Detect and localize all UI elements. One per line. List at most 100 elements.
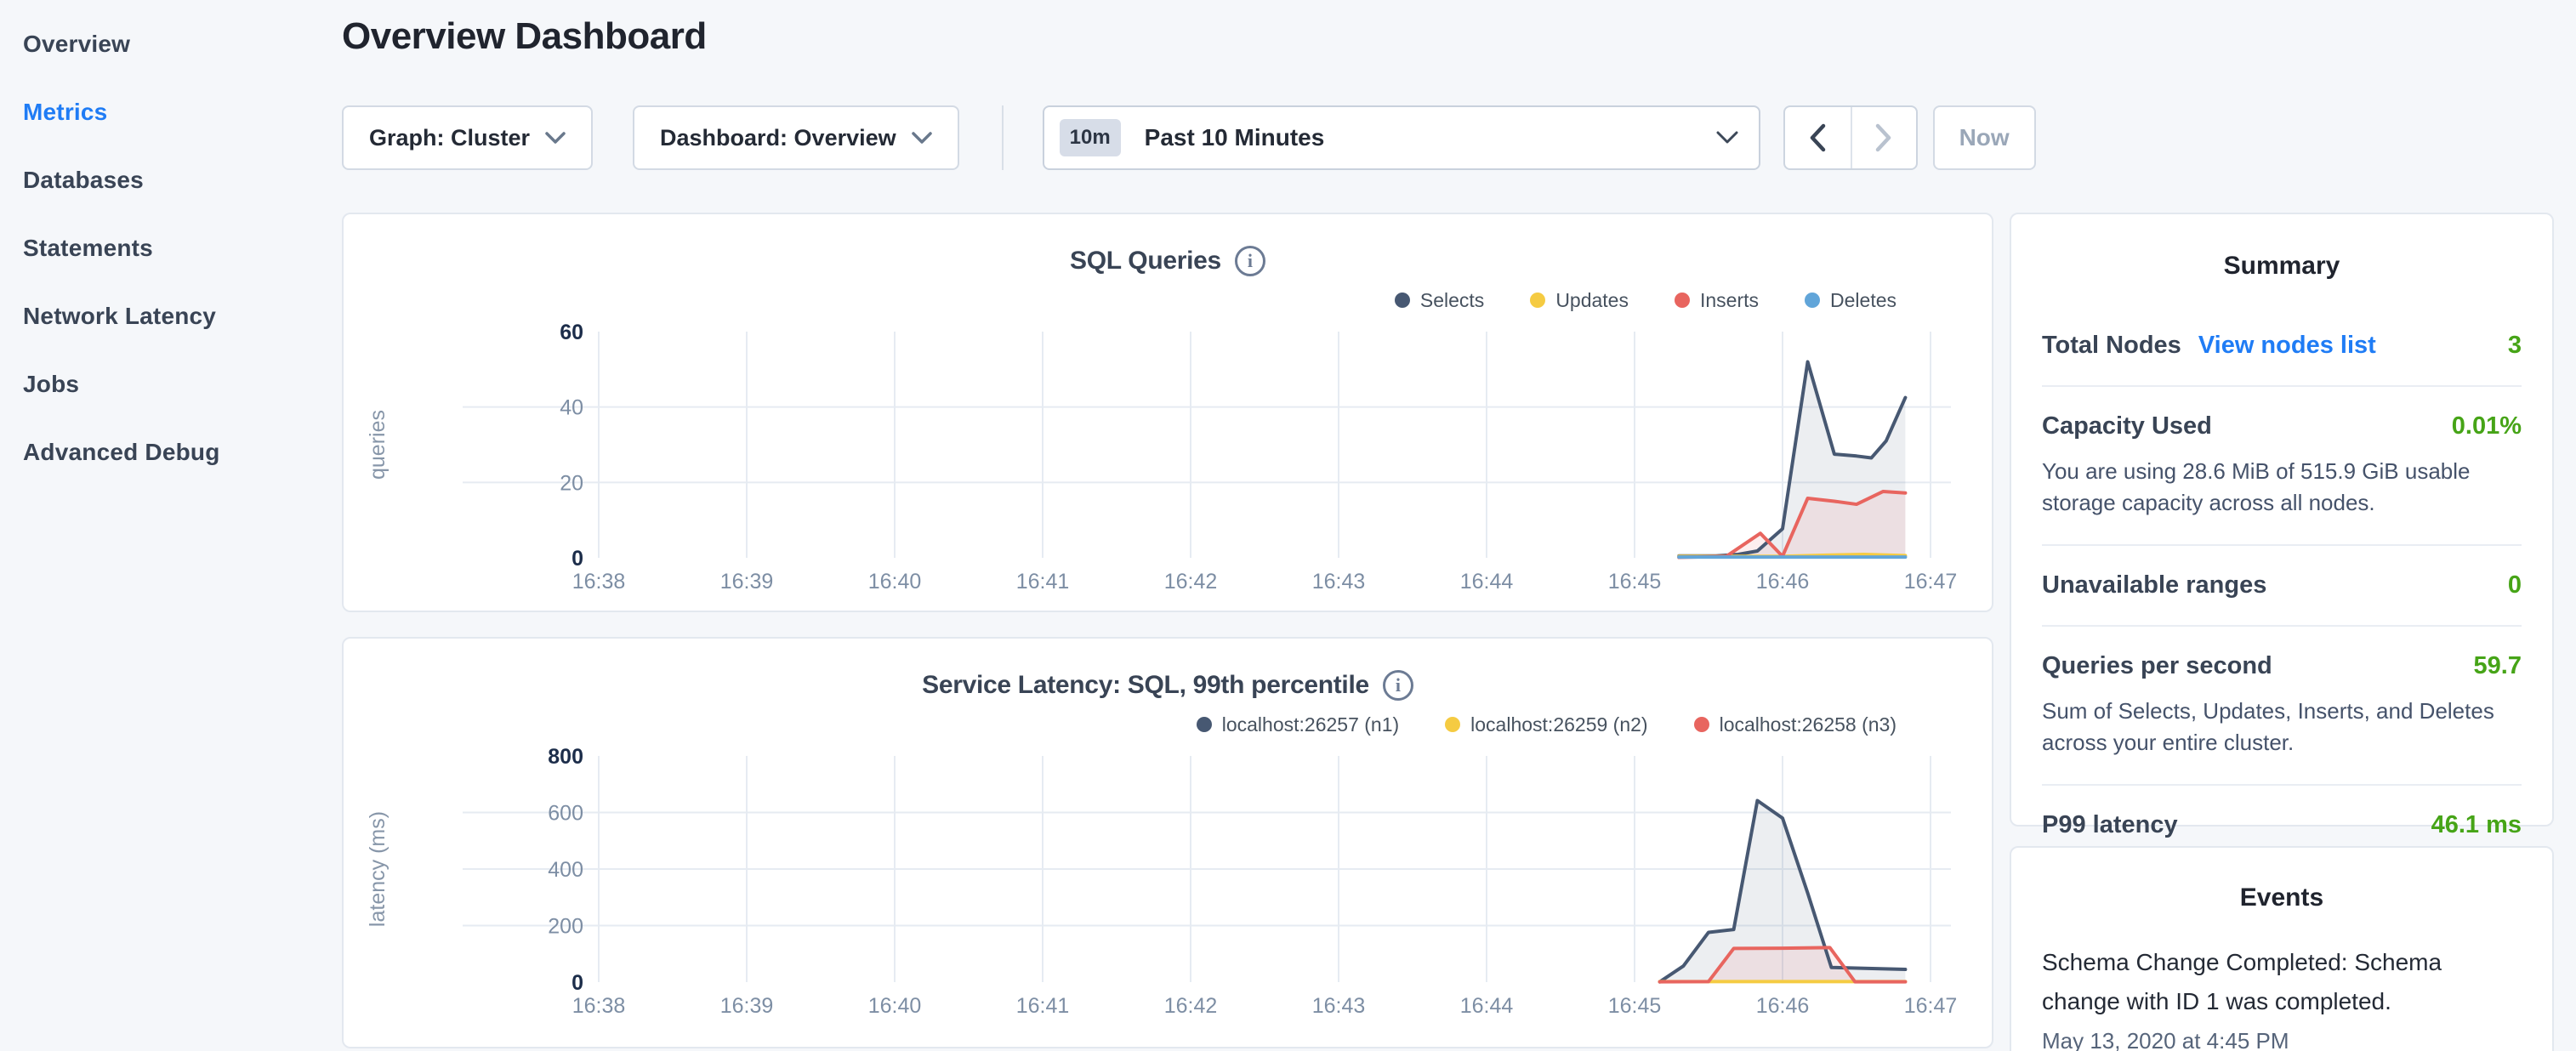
svg-text:600: 600: [548, 802, 583, 826]
svg-text:16:46: 16:46: [1756, 570, 1810, 594]
svg-text:0: 0: [571, 971, 583, 995]
time-range-dropdown[interactable]: 10m Past 10 Minutes: [1043, 105, 1760, 170]
summary-label: Capacity Used: [2042, 412, 2212, 440]
next-time-button[interactable]: [1851, 107, 1916, 168]
sidebar: Overview Metrics Databases Statements Ne…: [0, 0, 340, 1051]
legend-label: Deletes: [1830, 289, 1896, 312]
svg-text:16:39: 16:39: [720, 570, 774, 594]
svg-text:16:45: 16:45: [1608, 994, 1662, 1018]
summary-label: Unavailable ranges: [2042, 571, 2266, 599]
svg-text:latency (ms): latency (ms): [366, 811, 390, 927]
summary-label: P99 latency: [2042, 811, 2178, 839]
now-button-label: Now: [1959, 124, 2010, 151]
svg-text:16:42: 16:42: [1164, 570, 1218, 594]
chart-legend: localhost:26257 (n1) localhost:26259 (n2)…: [344, 712, 1896, 737]
chevron-down-icon: [545, 132, 566, 144]
service-latency-chart-card: Service Latency: SQL, 99th percentile i …: [342, 637, 1993, 1048]
main-content: Overview Dashboard Graph: Cluster Dashbo…: [340, 0, 2576, 1051]
summary-value: 0.01%: [2452, 412, 2522, 440]
svg-text:16:38: 16:38: [572, 994, 626, 1018]
prev-time-button[interactable]: [1785, 107, 1851, 168]
chevron-right-icon: [1875, 123, 1892, 152]
svg-text:16:42: 16:42: [1164, 994, 1218, 1018]
legend-label: Updates: [1555, 289, 1629, 312]
now-button[interactable]: Now: [1933, 105, 2036, 170]
svg-text:16:40: 16:40: [868, 570, 922, 594]
controls-divider: [1002, 105, 1004, 170]
chevron-down-icon: [912, 132, 932, 144]
content-row: SQL Queries i Selects Updates Inserts Delet…: [342, 213, 2551, 1051]
event-message[interactable]: Schema Change Completed: Schema change w…: [2042, 943, 2522, 1021]
svg-text:16:41: 16:41: [1016, 994, 1070, 1018]
legend-item[interactable]: localhost:26259 (n2): [1445, 713, 1647, 736]
time-range-label: Past 10 Minutes: [1145, 124, 1716, 151]
svg-text:60: 60: [560, 323, 583, 344]
right-column: Summary Total Nodes View nodes list 3 Ca…: [2010, 213, 2554, 1051]
chevron-left-icon: [1809, 123, 1826, 152]
chart-title: Service Latency: SQL, 99th percentile: [922, 671, 1369, 700]
legend-dot: [1530, 293, 1545, 308]
legend-item[interactable]: Inserts: [1675, 289, 1759, 312]
sidebar-item-statements[interactable]: Statements: [0, 214, 340, 282]
legend-label: localhost:26258 (n3): [1720, 713, 1896, 736]
legend-item[interactable]: Selects: [1395, 289, 1484, 312]
legend-label: Selects: [1420, 289, 1484, 312]
svg-text:0: 0: [571, 547, 583, 571]
svg-text:16:44: 16:44: [1460, 570, 1514, 594]
time-range-badge: 10m: [1060, 119, 1121, 156]
svg-text:16:38: 16:38: [572, 570, 626, 594]
legend-item[interactable]: localhost:26257 (n1): [1197, 713, 1399, 736]
legend-item[interactable]: Deletes: [1805, 289, 1896, 312]
chart-plot: 0204060queries16:3816:3916:4016:4116:421…: [344, 323, 1993, 597]
summary-row-unavailable-ranges: Unavailable ranges 0: [2042, 546, 2522, 627]
events-title: Events: [2042, 883, 2522, 912]
app-root: Overview Metrics Databases Statements Ne…: [0, 0, 2576, 1051]
svg-text:16:40: 16:40: [868, 994, 922, 1018]
info-icon[interactable]: i: [1383, 670, 1413, 701]
chevron-down-icon: [1716, 131, 1738, 145]
page-title: Overview Dashboard: [342, 15, 2551, 58]
legend-dot: [1197, 717, 1212, 732]
legend-dot: [1805, 293, 1820, 308]
legend-dot: [1445, 717, 1460, 732]
sidebar-item-advanced-debug[interactable]: Advanced Debug: [0, 418, 340, 486]
svg-text:16:47: 16:47: [1904, 570, 1958, 594]
legend-item[interactable]: localhost:26258 (n3): [1694, 713, 1896, 736]
svg-text:16:46: 16:46: [1756, 994, 1810, 1018]
legend-dot: [1675, 293, 1690, 308]
svg-text:16:43: 16:43: [1312, 570, 1366, 594]
event-timestamp: May 13, 2020 at 4:45 PM: [2042, 1028, 2522, 1051]
legend-item[interactable]: Updates: [1530, 289, 1629, 312]
view-nodes-list-link[interactable]: View nodes list: [2198, 332, 2376, 360]
events-panel: Events Schema Change Completed: Schema c…: [2010, 846, 2554, 1051]
summary-label: Total Nodes: [2042, 332, 2181, 360]
svg-text:200: 200: [548, 915, 583, 939]
svg-text:16:41: 16:41: [1016, 570, 1070, 594]
sidebar-item-network-latency[interactable]: Network Latency: [0, 282, 340, 350]
svg-text:16:43: 16:43: [1312, 994, 1366, 1018]
svg-text:queries: queries: [366, 410, 390, 480]
sidebar-item-databases[interactable]: Databases: [0, 146, 340, 214]
summary-title: Summary: [2042, 252, 2522, 281]
svg-text:16:47: 16:47: [1904, 994, 1958, 1018]
sidebar-item-overview[interactable]: Overview: [0, 10, 340, 78]
summary-label: Queries per second: [2042, 652, 2272, 680]
summary-value: 0: [2508, 571, 2522, 599]
chart-title: SQL Queries: [1070, 247, 1221, 276]
summary-description: You are using 28.6 MiB of 515.9 GiB usab…: [2042, 456, 2522, 519]
graph-dropdown[interactable]: Graph: Cluster: [342, 105, 593, 170]
time-step-buttons: [1783, 105, 1918, 170]
dashboard-dropdown-label: Dashboard: Overview: [660, 125, 896, 151]
summary-panel: Summary Total Nodes View nodes list 3 Ca…: [2010, 213, 2554, 827]
summary-description: Sum of Selects, Updates, Inserts, and De…: [2042, 696, 2522, 758]
svg-text:16:44: 16:44: [1460, 994, 1514, 1018]
sidebar-item-metrics[interactable]: Metrics: [0, 78, 340, 146]
legend-dot: [1694, 717, 1709, 732]
summary-row-total-nodes: Total Nodes View nodes list 3: [2042, 306, 2522, 387]
dashboard-dropdown[interactable]: Dashboard: Overview: [633, 105, 959, 170]
info-icon[interactable]: i: [1235, 246, 1265, 276]
sidebar-item-jobs[interactable]: Jobs: [0, 350, 340, 418]
sql-queries-chart-card: SQL Queries i Selects Updates Inserts Delet…: [342, 213, 1993, 612]
controls-row: Graph: Cluster Dashboard: Overview 10m P…: [342, 105, 2551, 170]
legend-label: localhost:26259 (n2): [1470, 713, 1647, 736]
